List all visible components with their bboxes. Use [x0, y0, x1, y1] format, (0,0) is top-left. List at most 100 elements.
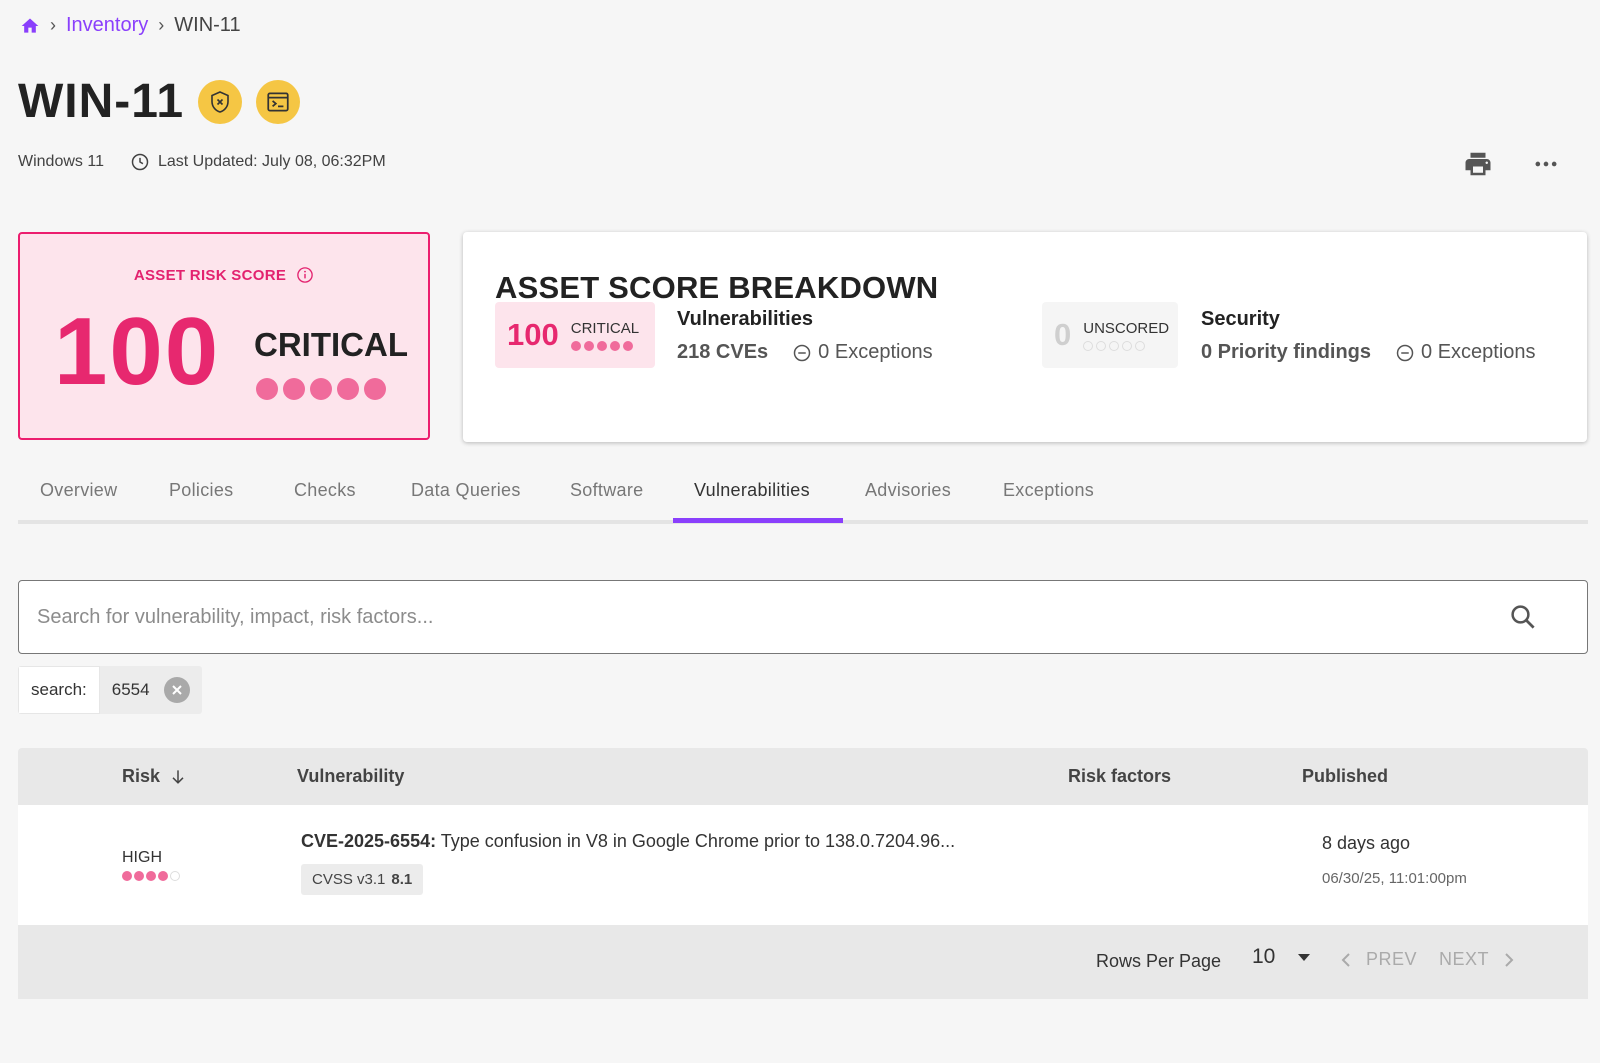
chevron-right-icon	[1505, 952, 1514, 967]
tab-policies[interactable]: Policies	[169, 480, 233, 501]
breakdown-title: ASSET SCORE BREAKDOWN	[495, 270, 939, 305]
cve-count[interactable]: 218 CVEs	[677, 341, 768, 364]
risk-label: HIGH	[122, 849, 162, 866]
tab-overview[interactable]: Overview	[40, 480, 117, 501]
level-dot	[122, 871, 132, 881]
security-heading[interactable]: Security	[1201, 308, 1536, 331]
vulnerabilities-section: Vulnerabilities 218 CVEs 0 Exceptions	[677, 308, 933, 364]
rows-per-page-select[interactable]: 10	[1252, 945, 1311, 969]
level-dot	[158, 871, 168, 881]
risk-dot	[364, 378, 386, 400]
rows-per-page-label: Rows Per Page	[1096, 951, 1222, 971]
security-level-dots	[1083, 340, 1169, 351]
vulnerabilities-heading[interactable]: Vulnerabilities	[677, 308, 933, 331]
search-icon[interactable]	[1503, 597, 1543, 637]
prev-label: PREV	[1366, 949, 1418, 969]
table-header: Risk Vulnerability Risk factors Publishe…	[18, 748, 1588, 805]
column-header-vulnerability[interactable]: Vulnerability	[297, 766, 404, 787]
security-score: 0	[1054, 317, 1072, 352]
risk-dot	[337, 378, 359, 400]
search-box	[18, 580, 1588, 654]
vulnerabilities-score: 100	[507, 317, 559, 352]
asset-risk-score-card: ASSET RISK SCORE 100 CRITICAL	[18, 232, 430, 440]
arrow-down-icon	[172, 769, 184, 784]
breadcrumb-current: WIN-11	[174, 14, 241, 36]
more-options-icon[interactable]	[1530, 148, 1562, 180]
table-footer: Rows Per Page 10 PREV NEXT	[18, 925, 1588, 999]
column-header-published[interactable]: Published	[1302, 766, 1388, 787]
print-icon[interactable]	[1462, 148, 1494, 180]
home-icon[interactable]	[20, 16, 40, 36]
table-row[interactable]: HIGH CVE-2025-6554: Type confusion in V8…	[18, 805, 1588, 925]
filter-value-wrap: 6554	[99, 666, 202, 714]
tab-vulnerabilities[interactable]: Vulnerabilities	[694, 480, 810, 501]
vulnerabilities-rating: CRITICAL	[570, 319, 640, 337]
level-dot	[146, 871, 156, 881]
column-header-risk-label: Risk	[122, 766, 161, 786]
search-filter-chip: search: 6554	[18, 666, 202, 714]
level-dot	[609, 340, 620, 351]
priority-findings-count[interactable]: 0 Priority findings	[1201, 341, 1371, 364]
rows-per-page-value: 10	[1252, 945, 1276, 968]
asset-meta: Windows 11 Last Updated: July 08, 06:32P…	[18, 152, 386, 172]
risk-dot	[310, 378, 332, 400]
risk-score-label: ASSET RISK SCORE	[20, 266, 428, 284]
asset-score-breakdown-card: ASSET SCORE BREAKDOWN 100 CRITICAL Vulne…	[463, 232, 1587, 442]
level-dot	[596, 340, 607, 351]
tab-data-queries[interactable]: Data Queries	[411, 480, 521, 501]
next-button[interactable]: NEXT	[1439, 949, 1515, 970]
tab-advisories[interactable]: Advisories	[865, 480, 951, 501]
next-label: NEXT	[1439, 949, 1490, 969]
info-icon[interactable]	[296, 266, 314, 284]
last-updated: Last Updated: July 08, 06:32PM	[130, 152, 386, 172]
minus-circle-icon	[793, 344, 811, 361]
column-header-risk-factors[interactable]: Risk factors	[1068, 766, 1171, 787]
search-input[interactable]	[37, 605, 1503, 629]
terminal-icon	[256, 79, 301, 124]
risk-dot	[283, 378, 305, 400]
vulnerabilities-score-chip: 100 CRITICAL	[495, 302, 655, 368]
clock-icon	[131, 153, 149, 171]
pagination: PREV NEXT	[1340, 949, 1515, 970]
security-rating: UNSCORED	[1083, 319, 1170, 337]
risk-score-value: 100	[54, 298, 221, 405]
asset-os: Windows 11	[18, 153, 104, 170]
level-dot	[583, 340, 594, 351]
breadcrumb-inventory-link[interactable]: Inventory	[66, 14, 148, 37]
minus-circle-icon	[1396, 344, 1414, 361]
vulnerability-cell: CVE-2025-6554: Type confusion in V8 in G…	[301, 831, 955, 895]
active-tab-indicator	[673, 518, 843, 523]
security-exceptions-text: 0 Exceptions	[1421, 341, 1536, 363]
published-relative: 8 days ago	[1322, 833, 1411, 853]
risk-dot	[256, 378, 278, 400]
published-absolute: 06/30/25, 11:01:00pm	[1322, 870, 1467, 887]
tab-exceptions[interactable]: Exceptions	[1003, 480, 1094, 501]
filter-value: 6554	[111, 680, 150, 699]
vulnerabilities-exceptions[interactable]: 0 Exceptions	[792, 341, 933, 364]
level-dot	[570, 340, 581, 351]
risk-score-rating: CRITICAL	[254, 326, 408, 363]
level-dot	[170, 871, 180, 881]
header-actions	[1462, 148, 1562, 180]
level-dot	[1122, 340, 1133, 351]
level-dot	[1135, 340, 1146, 351]
vulnerability-title[interactable]: CVE-2025-6554: Type confusion in V8 in G…	[301, 831, 955, 852]
prev-button[interactable]: PREV	[1340, 949, 1417, 970]
vulnerability-description: Type confusion in V8 in Google Chrome pr…	[436, 831, 956, 851]
breadcrumb-separator: ›	[50, 15, 56, 35]
level-dot	[1083, 340, 1094, 351]
title-row: WIN-11	[18, 74, 301, 129]
level-dot	[134, 871, 144, 881]
column-header-risk[interactable]: Risk	[122, 766, 188, 787]
asset-tabs: Overview Policies Checks Data Queries So…	[18, 468, 1588, 524]
tab-software[interactable]: Software	[570, 480, 643, 501]
tab-checks[interactable]: Checks	[294, 480, 356, 501]
shield-icon	[198, 79, 243, 124]
cvss-score: 8.1	[391, 871, 413, 888]
cve-id: CVE-2025-6554:	[301, 831, 437, 851]
caret-down-icon	[1298, 954, 1311, 961]
level-dot	[622, 340, 633, 351]
security-exceptions[interactable]: 0 Exceptions	[1395, 341, 1536, 364]
breadcrumb: › Inventory › WIN-11	[20, 14, 241, 37]
remove-filter-icon[interactable]	[163, 677, 190, 703]
